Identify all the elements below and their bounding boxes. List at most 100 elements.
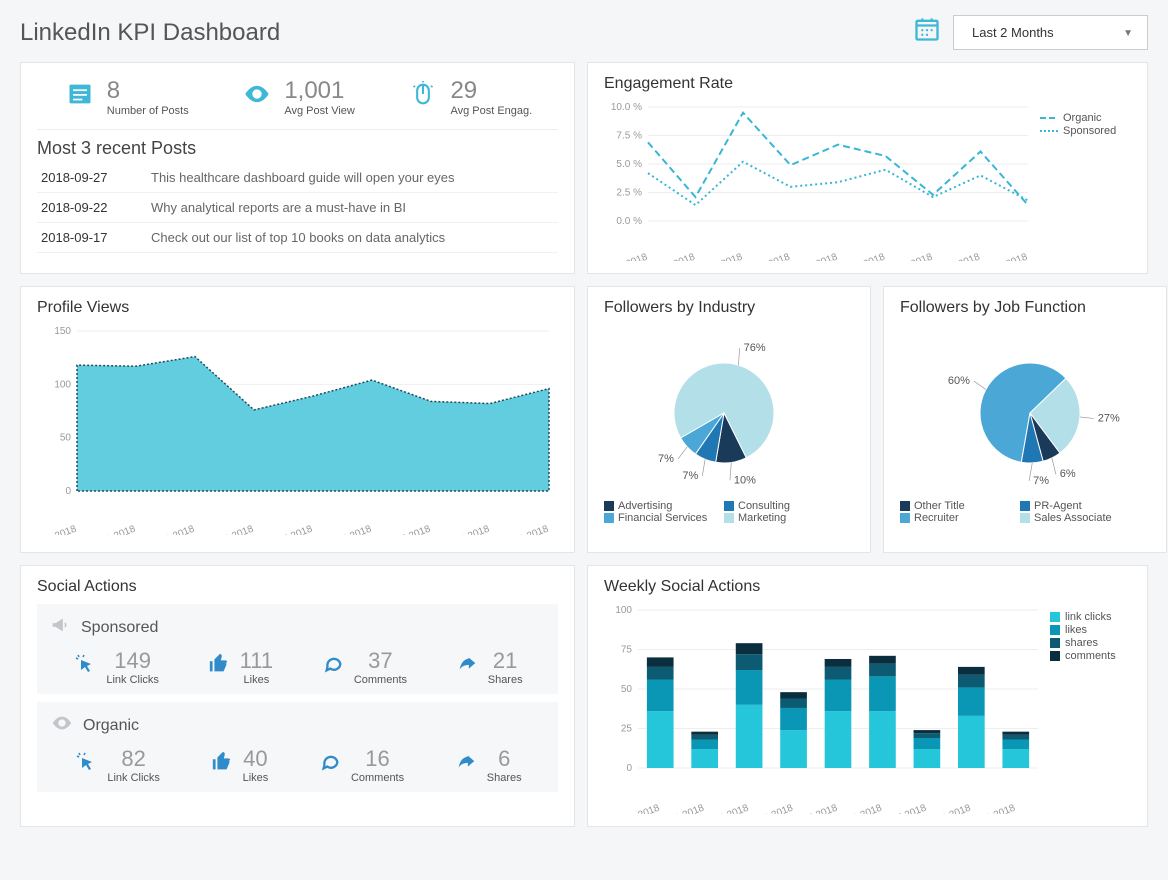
svg-text:W 36 2018: W 36 2018: [838, 251, 887, 261]
legend-linkclicks: link clicks: [1050, 611, 1116, 623]
svg-text:W 36 2018: W 36 2018: [324, 523, 373, 535]
job-card: Followers by Job Function 60%27%6%7% Oth…: [883, 286, 1167, 553]
kpi-views: 1,001Avg Post View: [240, 77, 355, 117]
svg-text:0: 0: [626, 763, 632, 774]
svg-text:7%: 7%: [658, 453, 674, 465]
svg-text:W 39 2018: W 39 2018: [501, 523, 550, 535]
kpi-value: 8: [107, 77, 189, 105]
svg-text:W 32 2018: W 32 2018: [657, 802, 706, 814]
legend-sponsored: Sponsored: [1040, 125, 1116, 137]
svg-text:W 35 2018: W 35 2018: [265, 523, 314, 535]
svg-text:W 31 2018: W 31 2018: [612, 802, 661, 814]
profile-views-card: Profile Views 050100150W 31 2018W 32 201…: [20, 286, 575, 553]
svg-text:75: 75: [621, 645, 633, 656]
engagement-chart: 0.0 %2.5 %5.0 %7.5 %10.0 %W 31 2018W 32 …: [604, 101, 1034, 261]
organic-block: Organic 82Link Clicks 40Likes 16Comments…: [37, 702, 558, 792]
svg-text:W 32 2018: W 32 2018: [88, 523, 137, 535]
sponsored-comments: 37Comments: [320, 648, 407, 686]
date-range-select[interactable]: Last 2 Months ▼: [953, 15, 1148, 50]
share-icon: [454, 653, 480, 681]
legend-comments: comments: [1050, 650, 1116, 662]
engagement-card: Engagement Rate 0.0 %2.5 %5.0 %7.5 %10.0…: [587, 62, 1148, 274]
profile-views-title: Profile Views: [37, 299, 558, 317]
table-row: 2018-09-27This healthcare dashboard guid…: [37, 163, 558, 193]
list-icon: [63, 80, 97, 115]
svg-text:W 37 2018: W 37 2018: [879, 802, 928, 814]
industry-card: Followers by Industry 76%10%7%7% Adverti…: [587, 286, 871, 553]
svg-text:W 35 2018: W 35 2018: [790, 251, 839, 261]
svg-text:W 31 2018: W 31 2018: [37, 523, 79, 535]
svg-text:W 36 2018: W 36 2018: [835, 802, 884, 814]
organic-shares: 6Shares: [453, 746, 522, 784]
svg-text:W 38 2018: W 38 2018: [923, 802, 972, 814]
kpi-posts: 8Number of Posts: [63, 77, 189, 117]
job-legend: Other TitlePR-AgentRecruiterSales Associ…: [900, 500, 1150, 524]
svg-text:60%: 60%: [948, 375, 970, 387]
svg-text:W 31 2018: W 31 2018: [604, 251, 650, 261]
svg-text:W 34 2018: W 34 2018: [206, 523, 255, 535]
svg-text:25: 25: [621, 724, 633, 735]
profile-views-chart: 050100150W 31 2018W 32 2018W 33 2018W 34…: [37, 325, 557, 535]
social-title: Social Actions: [37, 578, 558, 596]
industry-title: Followers by Industry: [604, 299, 854, 317]
sponsored-likes: 111Likes: [206, 648, 273, 686]
svg-text:W 37 2018: W 37 2018: [383, 523, 432, 535]
svg-text:76%: 76%: [744, 342, 766, 354]
calendar-icon[interactable]: [913, 15, 941, 50]
job-pie: 60%27%6%7%: [900, 325, 1150, 495]
eye-outline-icon: [49, 712, 75, 740]
svg-text:6%: 6%: [1060, 468, 1076, 480]
table-row: 2018-09-17Check out our list of top 10 b…: [37, 223, 558, 253]
mouse-icon: [406, 80, 440, 115]
organic-clicks: 82Link Clicks: [73, 746, 160, 784]
post-text: Check out our list of top 10 books on da…: [147, 223, 558, 253]
legend-shares: shares: [1050, 637, 1116, 649]
sponsored-shares: 21Shares: [454, 648, 523, 686]
share-icon: [453, 751, 479, 779]
svg-text:5.0 %: 5.0 %: [616, 159, 642, 170]
post-date: 2018-09-27: [37, 163, 147, 193]
chevron-down-icon: ▼: [1123, 28, 1133, 39]
posts-summary-card: 8Number of Posts 1,001Avg Post View 29Av…: [20, 62, 575, 274]
svg-text:150: 150: [54, 326, 71, 337]
svg-text:W 39 2018: W 39 2018: [968, 802, 1017, 814]
svg-text:W 38 2018: W 38 2018: [442, 523, 491, 535]
svg-text:W 34 2018: W 34 2018: [743, 251, 792, 261]
comment-icon: [320, 653, 346, 681]
svg-text:W 34 2018: W 34 2018: [746, 802, 795, 814]
organic-label: Organic: [83, 717, 139, 735]
legend-likes: likes: [1050, 624, 1116, 636]
sponsored-label: Sponsored: [81, 619, 158, 637]
thumb-up-icon: [209, 751, 235, 779]
eye-icon: [240, 80, 274, 115]
svg-text:W 33 2018: W 33 2018: [147, 523, 196, 535]
weekly-title: Weekly Social Actions: [604, 578, 1131, 596]
svg-text:27%: 27%: [1098, 412, 1120, 424]
svg-text:7%: 7%: [682, 470, 698, 482]
industry-legend: AdvertisingConsultingFinancial ServicesM…: [604, 500, 854, 524]
social-actions-card: Social Actions Sponsored 149Link Clicks …: [20, 565, 575, 827]
recent-posts-title: Most 3 recent Posts: [37, 129, 558, 159]
organic-comments: 16Comments: [317, 746, 404, 784]
kpi-label: Avg Post Engag.: [450, 105, 532, 117]
legend-organic: Organic: [1040, 112, 1116, 124]
svg-text:2.5 %: 2.5 %: [616, 188, 642, 199]
sponsored-clicks: 149Link Clicks: [72, 648, 159, 686]
sponsored-block: Sponsored 149Link Clicks 111Likes 37Comm…: [37, 604, 558, 694]
organic-likes: 40Likes: [209, 746, 269, 784]
date-range-label: Last 2 Months: [972, 25, 1054, 40]
post-text: Why analytical reports are a must-have i…: [147, 193, 558, 223]
table-row: 2018-09-22Why analytical reports are a m…: [37, 193, 558, 223]
post-text: This healthcare dashboard guide will ope…: [147, 163, 558, 193]
megaphone-icon: [49, 614, 73, 642]
comment-icon: [317, 751, 343, 779]
engagement-title: Engagement Rate: [604, 75, 1131, 93]
click-icon: [72, 652, 98, 682]
svg-text:W 32 2018: W 32 2018: [648, 251, 697, 261]
svg-text:W 37 2018: W 37 2018: [885, 251, 934, 261]
post-date: 2018-09-22: [37, 193, 147, 223]
svg-text:W 38 2018: W 38 2018: [933, 251, 982, 261]
svg-text:50: 50: [60, 433, 72, 444]
svg-text:100: 100: [54, 379, 71, 390]
svg-text:100: 100: [615, 605, 632, 616]
